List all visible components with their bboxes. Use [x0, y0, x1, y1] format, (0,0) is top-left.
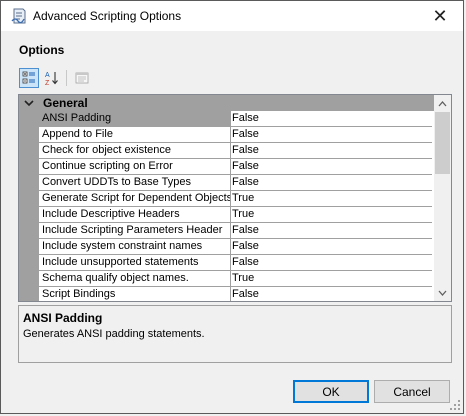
category-row-general[interactable]: General: [19, 95, 435, 111]
chevron-down-icon[interactable]: [23, 96, 35, 110]
row-gutter: [19, 175, 39, 191]
property-value[interactable]: False: [231, 239, 432, 255]
advanced-scripting-options-dialog: Advanced Scripting Options ✕ Options A Z: [0, 0, 464, 414]
property-value-text: False: [232, 176, 259, 188]
row-gutter: [19, 239, 39, 255]
property-row[interactable]: Generate Script for Dependent Objects Tru…: [19, 191, 435, 207]
property-value-text: False: [232, 112, 259, 124]
property-row[interactable]: Include unsupported statements False: [19, 255, 435, 271]
property-value[interactable]: True: [231, 271, 432, 287]
row-gutter: [19, 287, 39, 301]
row-gutter: [19, 191, 39, 207]
property-name: Check for object existence: [39, 143, 231, 159]
property-value[interactable]: False: [231, 127, 432, 143]
property-name: Include Scripting Parameters Header: [39, 223, 231, 239]
row-gutter: [19, 223, 39, 239]
property-value-text: False: [232, 240, 259, 252]
svg-text:Z: Z: [45, 80, 50, 86]
chevron-up-icon: [438, 100, 447, 106]
toolbar-separator: [66, 70, 67, 86]
row-gutter: [19, 143, 39, 159]
property-value[interactable]: False: [231, 111, 432, 127]
property-name: Include system constraint names: [39, 239, 231, 255]
property-value-text: True: [232, 208, 255, 220]
vertical-scrollbar[interactable]: [434, 95, 451, 301]
property-row[interactable]: Script Bindings False: [19, 287, 435, 301]
close-button[interactable]: ✕: [417, 1, 463, 31]
row-gutter: [19, 111, 39, 127]
resize-grip-icon[interactable]: [450, 400, 460, 410]
property-name: Include Descriptive Headers: [39, 207, 231, 223]
category-label: General: [43, 96, 88, 110]
property-value[interactable]: False: [231, 287, 432, 301]
row-gutter: [19, 255, 39, 271]
property-row[interactable]: Include system constraint names False: [19, 239, 435, 255]
property-value[interactable]: False: [231, 159, 432, 175]
property-value-text: True: [232, 192, 255, 204]
property-row[interactable]: Include Scripting Parameters Header False: [19, 223, 435, 239]
property-value[interactable]: True: [231, 191, 432, 207]
property-value[interactable]: False: [231, 143, 432, 159]
property-value[interactable]: False: [231, 255, 432, 271]
property-value[interactable]: False: [231, 223, 432, 239]
property-row[interactable]: ANSI Padding False: [19, 111, 435, 127]
property-value-text: False: [232, 128, 259, 140]
cancel-button[interactable]: Cancel: [374, 380, 450, 403]
property-pages-button[interactable]: [72, 68, 92, 88]
property-row[interactable]: Schema qualify object names. True: [19, 271, 435, 287]
description-title: ANSI Padding: [23, 311, 103, 325]
property-name: ANSI Padding: [39, 111, 231, 127]
row-gutter: [19, 127, 39, 143]
scrollbar-thumb[interactable]: [435, 112, 450, 174]
property-value-text: True: [232, 272, 255, 284]
property-row[interactable]: Check for object existence False: [19, 143, 435, 159]
property-value-text: False: [232, 160, 259, 172]
property-name: Script Bindings: [39, 287, 231, 301]
description-panel: ANSI Padding Generates ANSI padding stat…: [18, 305, 452, 363]
property-name: Include unsupported statements: [39, 255, 231, 271]
categorized-button[interactable]: [19, 68, 39, 88]
ok-button[interactable]: OK: [293, 380, 369, 403]
property-value-text: False: [232, 144, 259, 156]
row-gutter: [19, 159, 39, 175]
property-name: Schema qualify object names.: [39, 271, 231, 287]
window-title: Advanced Scripting Options: [33, 9, 182, 23]
title-bar: Advanced Scripting Options ✕: [1, 1, 463, 31]
options-heading: Options: [19, 43, 65, 57]
row-gutter: [19, 207, 39, 223]
property-row[interactable]: Include Descriptive Headers True: [19, 207, 435, 223]
property-value-text: False: [232, 256, 259, 268]
property-name: Continue scripting on Error: [39, 159, 231, 175]
property-value-text: False: [232, 224, 259, 236]
property-name: Convert UDDTs to Base Types: [39, 175, 231, 191]
alphabetical-button[interactable]: A Z: [42, 68, 62, 88]
close-icon: ✕: [432, 5, 448, 26]
property-name: Generate Script for Dependent Objects: [39, 191, 231, 207]
property-row[interactable]: Continue scripting on Error False: [19, 159, 435, 175]
property-value[interactable]: True: [231, 207, 432, 223]
svg-text:A: A: [45, 72, 50, 79]
chevron-down-icon: [438, 290, 447, 296]
property-rows: ANSI Padding False Append to File False Ch…: [19, 111, 435, 301]
scripting-wizard-icon: [11, 8, 26, 24]
property-name: Append to File: [39, 127, 231, 143]
categorized-icon: [22, 71, 35, 84]
description-text: Generates ANSI padding statements.: [23, 328, 205, 340]
property-row[interactable]: Append to File False: [19, 127, 435, 143]
property-pages-icon: [75, 72, 89, 84]
scroll-up-button[interactable]: [434, 95, 451, 112]
scroll-down-button[interactable]: [434, 284, 451, 301]
property-row[interactable]: Convert UDDTs to Base Types False: [19, 175, 435, 191]
property-grid: General ANSI Padding False Append to File…: [18, 94, 452, 302]
row-gutter: [19, 271, 39, 287]
property-value[interactable]: False: [231, 175, 432, 191]
sort-az-icon: A Z: [45, 72, 58, 86]
property-value-text: False: [232, 288, 259, 300]
